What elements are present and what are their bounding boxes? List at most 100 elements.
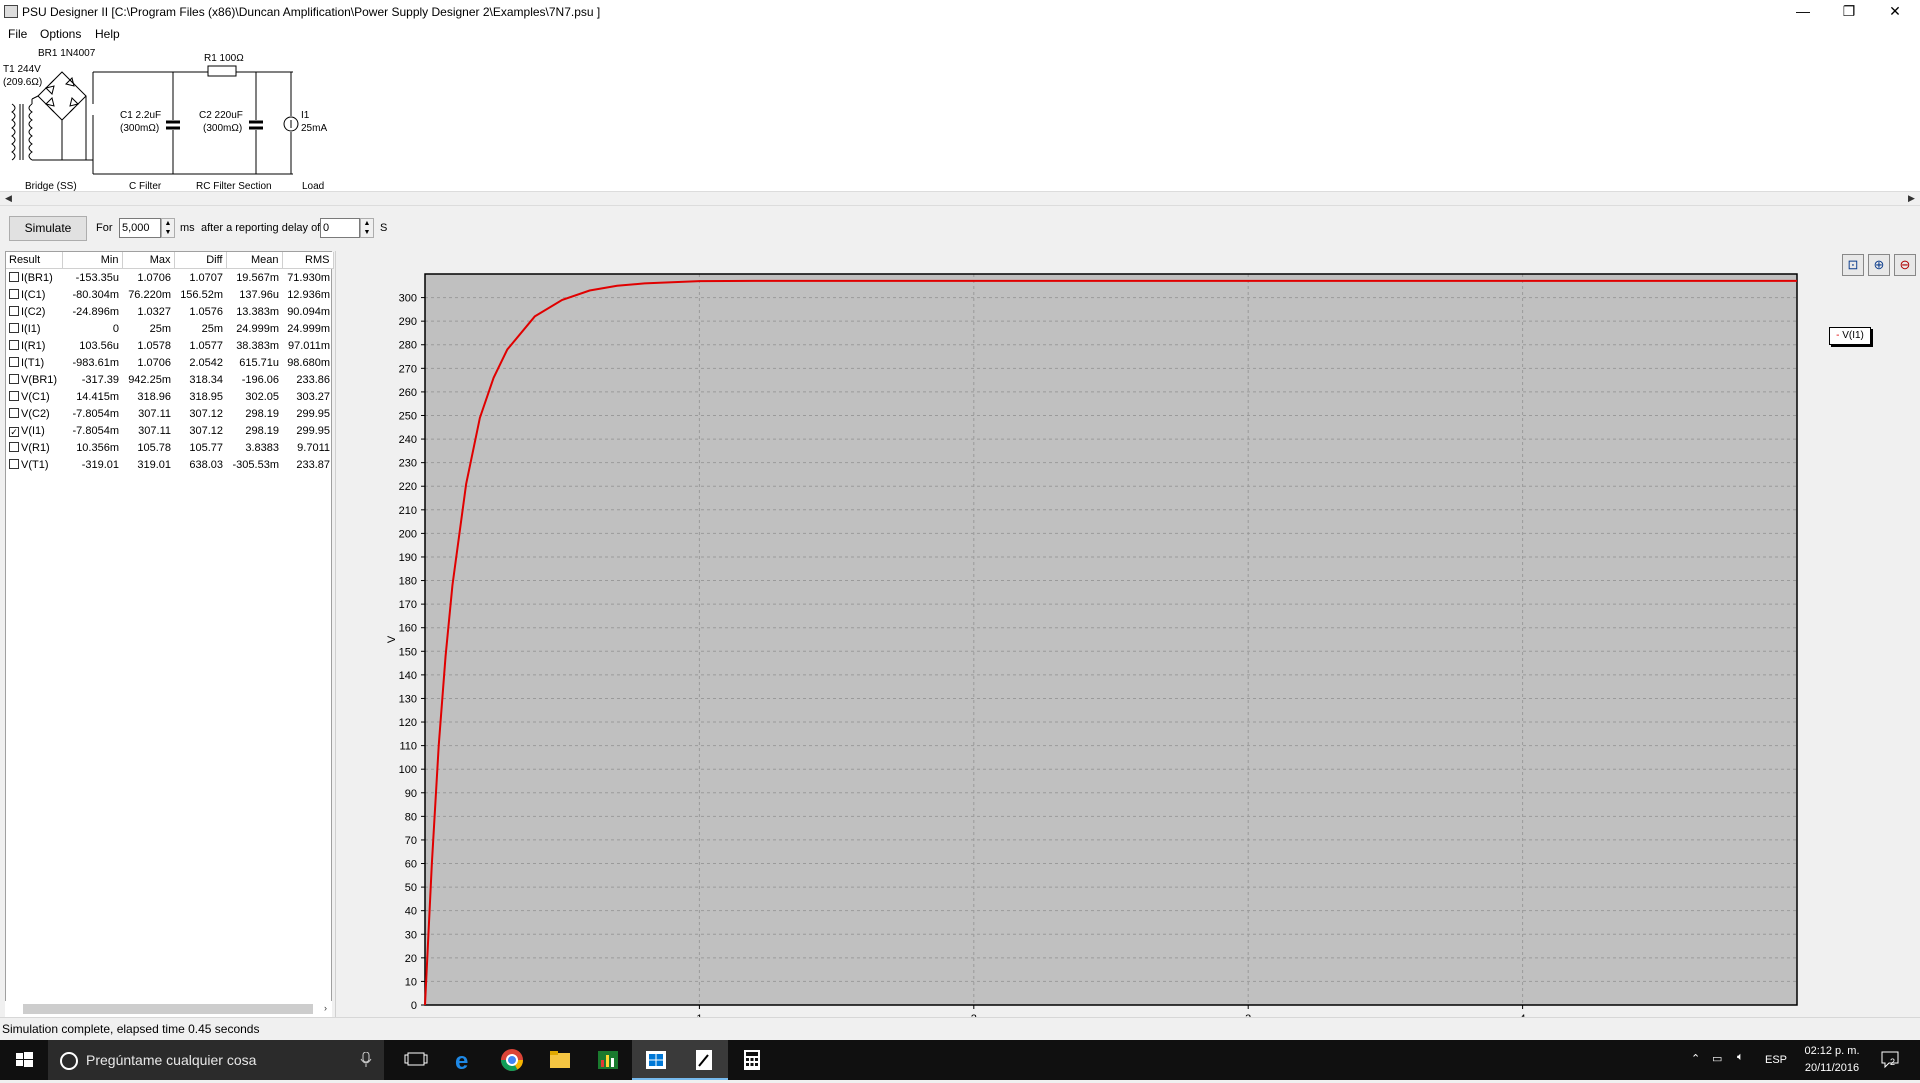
result-row[interactable]: V(C2) -7.8054m 307.11 307.12 298.19 299.95 xyxy=(6,405,333,422)
duration-input[interactable]: 5,000 xyxy=(119,218,161,238)
result-row[interactable]: I(I1) 0 25m 25m 24.999m 24.999m xyxy=(6,320,333,337)
result-checkbox[interactable] xyxy=(9,322,19,333)
language-indicator[interactable]: ESP xyxy=(1765,1054,1787,1066)
clock-date[interactable]: 20/11/2016 xyxy=(1797,1062,1867,1074)
result-diff: 25m xyxy=(201,322,223,335)
result-checkbox[interactable] xyxy=(9,373,19,384)
chrome-icon[interactable] xyxy=(488,1040,536,1080)
result-name: V(C1) xyxy=(21,390,50,403)
result-checkbox[interactable] xyxy=(9,271,19,282)
result-checkbox[interactable] xyxy=(9,305,19,316)
delay-spinner[interactable]: ▲ ▼ xyxy=(360,218,374,238)
edge-icon[interactable]: e xyxy=(440,1040,488,1080)
scroll-left-icon[interactable]: ◀ xyxy=(1,192,16,205)
schematic-panel[interactable]: BR1 1N4007 T1 244V (209.6Ω) R1 100Ω C1 2… xyxy=(0,44,1920,192)
result-row[interactable]: V(T1) -319.01 319.01 638.03 -305.53m 233.87 xyxy=(6,456,333,473)
transformer-secondary xyxy=(28,103,33,161)
result-mean: 137.96u xyxy=(239,288,279,301)
y-tick-label: 290 xyxy=(399,316,417,328)
result-mean: 38.383m xyxy=(236,339,279,352)
result-row[interactable]: I(BR1) -153.35u 1.0706 1.0707 19.567m 71.930m xyxy=(6,269,333,287)
result-row[interactable]: V(R1) 10.356m 105.78 105.77 3.8383 9.7011 xyxy=(6,439,333,456)
app-icon xyxy=(4,5,18,18)
col-diff[interactable]: Diff xyxy=(174,252,227,269)
maximize-button[interactable]: ❐ xyxy=(1826,0,1872,24)
results-table: Result Min Max Diff Mean RMS I(BR1) -153.… xyxy=(6,252,334,473)
zoom-in-icon[interactable]: ⊕ xyxy=(1868,254,1890,276)
result-diff: 307.12 xyxy=(189,407,223,420)
volume-icon[interactable]: 🔈︎ xyxy=(1737,1051,1744,1064)
plot-area xyxy=(425,274,1797,1005)
notifications-icon[interactable]: 2 xyxy=(1880,1050,1902,1070)
tray-chevron-icon[interactable]: ⌃ xyxy=(1691,1052,1700,1065)
clock-time[interactable]: 02:12 p. m. xyxy=(1802,1045,1862,1057)
chart-panel[interactable]: 0 10 20 30 40 50 60 70 80 90 100 110 120 130 140 150 160… xyxy=(335,251,1920,1017)
y-tick-label: 160 xyxy=(399,623,417,635)
psu-designer-taskbar-icon[interactable] xyxy=(680,1040,728,1080)
col-mean[interactable]: Mean xyxy=(226,252,283,269)
y-tick-label: 120 xyxy=(399,717,417,729)
y-tick-label: 10 xyxy=(405,976,417,988)
col-max[interactable]: Max xyxy=(122,252,175,269)
start-button[interactable] xyxy=(0,1040,48,1080)
result-row[interactable]: I(C1) -80.304m 76.220m 156.52m 137.96u 12.936… xyxy=(6,286,333,303)
col-min[interactable]: Min xyxy=(62,252,123,269)
result-checkbox[interactable] xyxy=(9,458,19,469)
results-scrollbar[interactable]: › xyxy=(5,1001,332,1017)
result-row[interactable]: I(C2) -24.896m 1.0327 1.0576 13.383m 90.094m xyxy=(6,303,333,320)
results-scroll-right-icon[interactable]: › xyxy=(318,1002,333,1015)
result-max: 318.96 xyxy=(137,390,171,403)
microphone-icon[interactable] xyxy=(360,1052,372,1068)
results-panel[interactable]: Result Min Max Diff Mean RMS I(BR1) -153.… xyxy=(5,251,334,1016)
result-checkbox[interactable] xyxy=(9,356,19,367)
result-checkbox[interactable] xyxy=(9,339,19,350)
file-explorer-icon[interactable] xyxy=(536,1040,584,1080)
close-button[interactable]: ✕ xyxy=(1872,0,1918,24)
menu-help[interactable]: Help xyxy=(95,27,120,41)
window-title: PSU Designer II [C:\Program Files (x86)\… xyxy=(22,5,601,19)
result-row[interactable]: I(T1) -983.61m 1.0706 2.0542 615.71u 98.680m xyxy=(6,354,333,371)
result-mean: 19.567m xyxy=(236,271,279,284)
result-row[interactable]: I(R1) 103.56u 1.0578 1.0577 38.383m 97.011m xyxy=(6,337,333,354)
zoom-out-icon[interactable]: ⊖ xyxy=(1894,254,1916,276)
result-max: 1.0706 xyxy=(137,356,171,369)
search-box[interactable]: Pregúntame cualquier cosa xyxy=(48,1040,384,1080)
y-tick-label: 140 xyxy=(399,670,417,682)
app-chart-icon[interactable] xyxy=(584,1040,632,1080)
col-rms[interactable]: RMS xyxy=(282,252,334,269)
simulate-button[interactable]: Simulate xyxy=(9,216,87,241)
results-scroll-thumb[interactable] xyxy=(23,1004,313,1014)
zoom-fit-icon[interactable]: ⊡ xyxy=(1842,254,1864,276)
voltage-chart[interactable]: 0 10 20 30 40 50 60 70 80 90 100 110 120 130 140 150 160… xyxy=(336,251,1920,1017)
duration-spinner[interactable]: ▲ ▼ xyxy=(161,218,175,238)
y-tick-label: 220 xyxy=(399,481,417,493)
minimize-button[interactable]: — xyxy=(1780,0,1826,24)
calculator-icon[interactable] xyxy=(728,1040,776,1080)
result-checkbox[interactable]: ✓ xyxy=(9,426,19,437)
result-diff: 1.0707 xyxy=(189,271,223,284)
result-row[interactable]: V(C1) 14.415m 318.96 318.95 302.05 303.27 xyxy=(6,388,333,405)
menu-file[interactable]: File xyxy=(8,27,27,41)
result-min: -7.8054m xyxy=(72,407,119,420)
delay-label: after a reporting delay of xyxy=(201,222,321,234)
chart-legend[interactable]: - V(I1) xyxy=(1829,327,1871,345)
delay-input[interactable]: 0 xyxy=(320,218,360,238)
label-c1-res: (300mΩ) xyxy=(120,123,160,134)
col-result[interactable]: Result xyxy=(6,252,63,269)
result-checkbox[interactable] xyxy=(9,407,19,418)
result-checkbox[interactable] xyxy=(9,288,19,299)
y-tick-label: 260 xyxy=(399,387,417,399)
result-name: V(C2) xyxy=(21,407,50,420)
result-name: I(BR1) xyxy=(21,271,53,284)
store-icon[interactable] xyxy=(632,1040,680,1080)
scroll-right-icon[interactable]: ▶ xyxy=(1904,192,1919,205)
network-icon[interactable]: ▭ xyxy=(1712,1052,1722,1065)
result-row[interactable]: ✓ V(I1) -7.8054m 307.11 307.12 298.19 299.95 xyxy=(6,422,333,439)
schematic-scrollbar[interactable]: ◀ ▶ xyxy=(0,191,1920,206)
result-checkbox[interactable] xyxy=(9,390,19,401)
status-text: Simulation complete, elapsed time 0.45 s… xyxy=(2,1022,260,1036)
menu-options[interactable]: Options xyxy=(40,27,81,41)
result-row[interactable]: V(BR1) -317.39 942.25m 318.34 -196.06 233.86 xyxy=(6,371,333,388)
task-view-icon[interactable] xyxy=(392,1040,440,1080)
result-checkbox[interactable] xyxy=(9,441,19,452)
